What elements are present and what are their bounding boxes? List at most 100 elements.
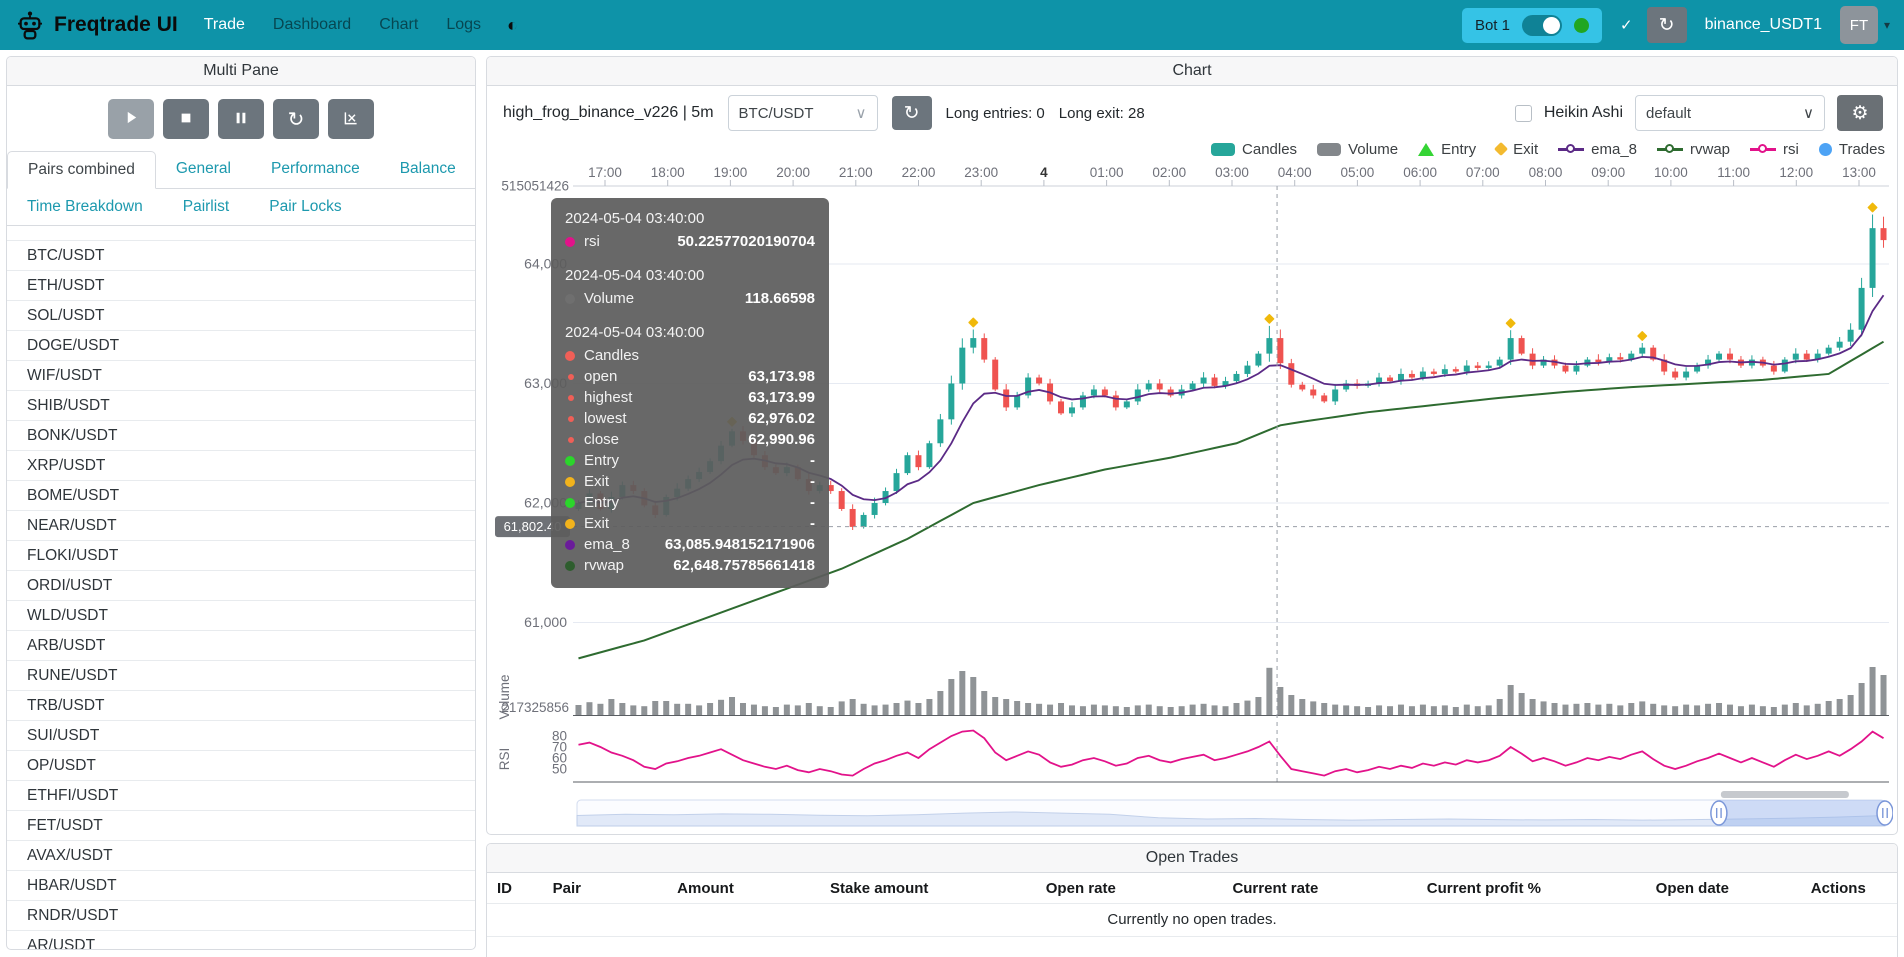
legend-item-ema_8[interactable]: ema_8 — [1558, 141, 1637, 158]
tooltip-row-close: close62,990.96 — [565, 429, 815, 450]
svg-text:04:00: 04:00 — [1278, 165, 1312, 180]
tab-balance[interactable]: Balance — [380, 151, 476, 188]
chart-card: Chart high_frog_binance_v226 | 5m BTC/US… — [486, 56, 1898, 835]
nav-link-logs[interactable]: Logs — [446, 16, 481, 34]
datazoom-handle[interactable] — [1877, 801, 1893, 825]
reload-bot-button[interactable]: ↻ — [1647, 7, 1687, 43]
pair-list-item[interactable]: FLOKI/USDT — [7, 541, 475, 571]
nav-link-chart[interactable]: Chart — [379, 16, 418, 34]
chart-legend: Candles Volume Entry Exit ema_8 rvwap rsi Trade… — [487, 138, 1885, 160]
brand[interactable]: Freqtrade UI — [14, 9, 178, 41]
chart-settings-button[interactable]: ⚙ — [1837, 95, 1883, 131]
rsi-line — [578, 731, 1883, 776]
legend-item-exit[interactable]: Exit — [1496, 141, 1538, 158]
legend-item-rsi[interactable]: rsi — [1750, 141, 1799, 158]
tab-pair-locks[interactable]: Pair Locks — [249, 189, 361, 225]
bot-reload-button[interactable]: ↻ — [273, 99, 319, 139]
chart-card-header: Chart — [487, 57, 1897, 86]
pair-list-item[interactable]: BTC/USDT — [7, 241, 475, 271]
column-header-open-date: Open date — [1595, 880, 1790, 897]
open-trades-column-headers: IDPairAmountStake amountOpen rateCurrent… — [487, 873, 1897, 903]
series-dot-icon — [565, 456, 575, 466]
legend-item-entry[interactable]: Entry — [1418, 141, 1476, 158]
pair-list-item[interactable]: ETH/USDT — [7, 271, 475, 301]
pair-list-item[interactable]: HBAR/USDT — [7, 871, 475, 901]
legend-item-rvwap[interactable]: rvwap — [1657, 141, 1730, 158]
tooltip-row-ema_8: ema_863,085.948152171906 — [565, 534, 815, 555]
pair-list-item[interactable]: AR/USDT — [7, 931, 475, 950]
pair-list-item[interactable]: ETHFI/USDT — [7, 781, 475, 811]
bot-controls: ↻ — [7, 86, 475, 151]
pair-list-item[interactable]: SOL/USDT — [7, 301, 475, 331]
svg-text:11:00: 11:00 — [1717, 165, 1750, 180]
nav-links: Trade Dashboard Chart Logs — [204, 16, 481, 34]
pair-list-item[interactable]: TRB/USDT — [7, 691, 475, 721]
bot-pause-button[interactable] — [218, 99, 264, 139]
legend-label: Volume — [1348, 141, 1398, 158]
datazoom-handle[interactable] — [1711, 801, 1727, 825]
pair-list: BTC/USDTETH/USDTSOL/USDTDOGE/USDTWIF/USD… — [7, 240, 475, 950]
pair-list-item[interactable]: WIF/USDT — [7, 361, 475, 391]
exit-marker-icon — [1505, 318, 1516, 329]
pair-list-item[interactable]: SHIB/USDT — [7, 391, 475, 421]
bot-play-button[interactable] — [108, 99, 154, 139]
legend-item-candles[interactable]: Candles — [1211, 141, 1297, 158]
series-dot-icon — [568, 374, 574, 380]
series-dot-icon — [565, 477, 575, 487]
pair-list-item[interactable]: AVAX/USDT — [7, 841, 475, 871]
robot-logo-icon — [14, 9, 46, 41]
tab-pairlist[interactable]: Pairlist — [163, 189, 250, 225]
bot-panel[interactable]: Bot 1 — [1462, 8, 1602, 43]
chart-area: 64,00063,00062,00061,00051505142617:0018… — [493, 162, 1893, 830]
heikin-ashi-checkbox[interactable] — [1515, 105, 1532, 122]
legend-label: rsi — [1783, 141, 1799, 158]
svg-text:10:00: 10:00 — [1654, 165, 1688, 180]
pair-list-item[interactable]: SUI/USDT — [7, 721, 475, 751]
pair-list-item[interactable]: OP/USDT — [7, 751, 475, 781]
series-dot-icon — [568, 416, 574, 422]
tab-pairs-combined[interactable]: Pairs combined — [7, 151, 156, 189]
series-dot-icon — [568, 437, 574, 443]
pair-list-item[interactable]: ORDI/USDT — [7, 571, 475, 601]
pair-list-item[interactable]: RNDR/USDT — [7, 901, 475, 931]
refresh-chart-button[interactable]: ↻ — [892, 96, 932, 130]
column-header-pair: Pair — [553, 880, 636, 897]
theme-toggle-icon[interactable]: ◐ — [507, 15, 518, 36]
tab-performance[interactable]: Performance — [251, 151, 380, 188]
pair-list-item[interactable]: WLD/USDT — [7, 601, 475, 631]
pair-list-item[interactable]: DOGE/USDT — [7, 331, 475, 361]
pair-list-item[interactable]: FET/USDT — [7, 811, 475, 841]
pair-list-item[interactable]: ARB/USDT — [7, 631, 475, 661]
column-header-amount: Amount — [636, 880, 775, 897]
pair-select[interactable]: BTC/USDT ∨ — [728, 95, 878, 131]
legend-item-trades[interactable]: Trades — [1819, 141, 1885, 158]
right-column: Chart high_frog_binance_v226 | 5m BTC/US… — [486, 56, 1898, 957]
pair-list-item[interactable]: BOME/USDT — [7, 481, 475, 511]
svg-text:21:00: 21:00 — [839, 165, 873, 180]
bot-toggle-knob — [1543, 17, 1560, 34]
tooltip-timestamp: 2024-05-04 03:40:00 — [565, 324, 815, 341]
pair-list-item[interactable]: RUNE/USDT — [7, 661, 475, 691]
plot-config-select[interactable]: default ∨ — [1635, 95, 1825, 131]
svg-text:23:00: 23:00 — [964, 165, 998, 180]
pair-list-item[interactable]: NEAR/USDT — [7, 511, 475, 541]
nav-link-dashboard[interactable]: Dashboard — [273, 16, 351, 34]
tab-time-breakdown[interactable]: Time Breakdown — [7, 189, 163, 225]
bot-toggle[interactable] — [1522, 15, 1562, 36]
gear-icon: ⚙ — [1851, 102, 1868, 125]
pair-list-item[interactable]: BONK/USDT — [7, 421, 475, 451]
tooltip-row-open: open63,173.98 — [565, 366, 815, 387]
pair-select-value: BTC/USDT — [739, 105, 814, 122]
navbar: Freqtrade UI Trade Dashboard Chart Logs ◐ B… — [0, 0, 1904, 50]
svg-text:17:00: 17:00 — [588, 165, 622, 180]
multi-pane-card: Multi Pane ↻ Pairs combinedGeneralPerfor… — [6, 56, 476, 950]
tab-general[interactable]: General — [156, 151, 251, 188]
exit-marker-icon — [1867, 202, 1878, 213]
bot-forget-chart-button[interactable] — [328, 99, 374, 139]
avatar-caret-icon[interactable]: ▾ — [1884, 18, 1890, 32]
nav-link-trade[interactable]: Trade — [204, 16, 245, 34]
legend-item-volume[interactable]: Volume — [1317, 141, 1398, 158]
avatar[interactable]: FT — [1840, 6, 1878, 44]
pair-list-item[interactable]: XRP/USDT — [7, 451, 475, 481]
bot-stop-button[interactable] — [163, 99, 209, 139]
